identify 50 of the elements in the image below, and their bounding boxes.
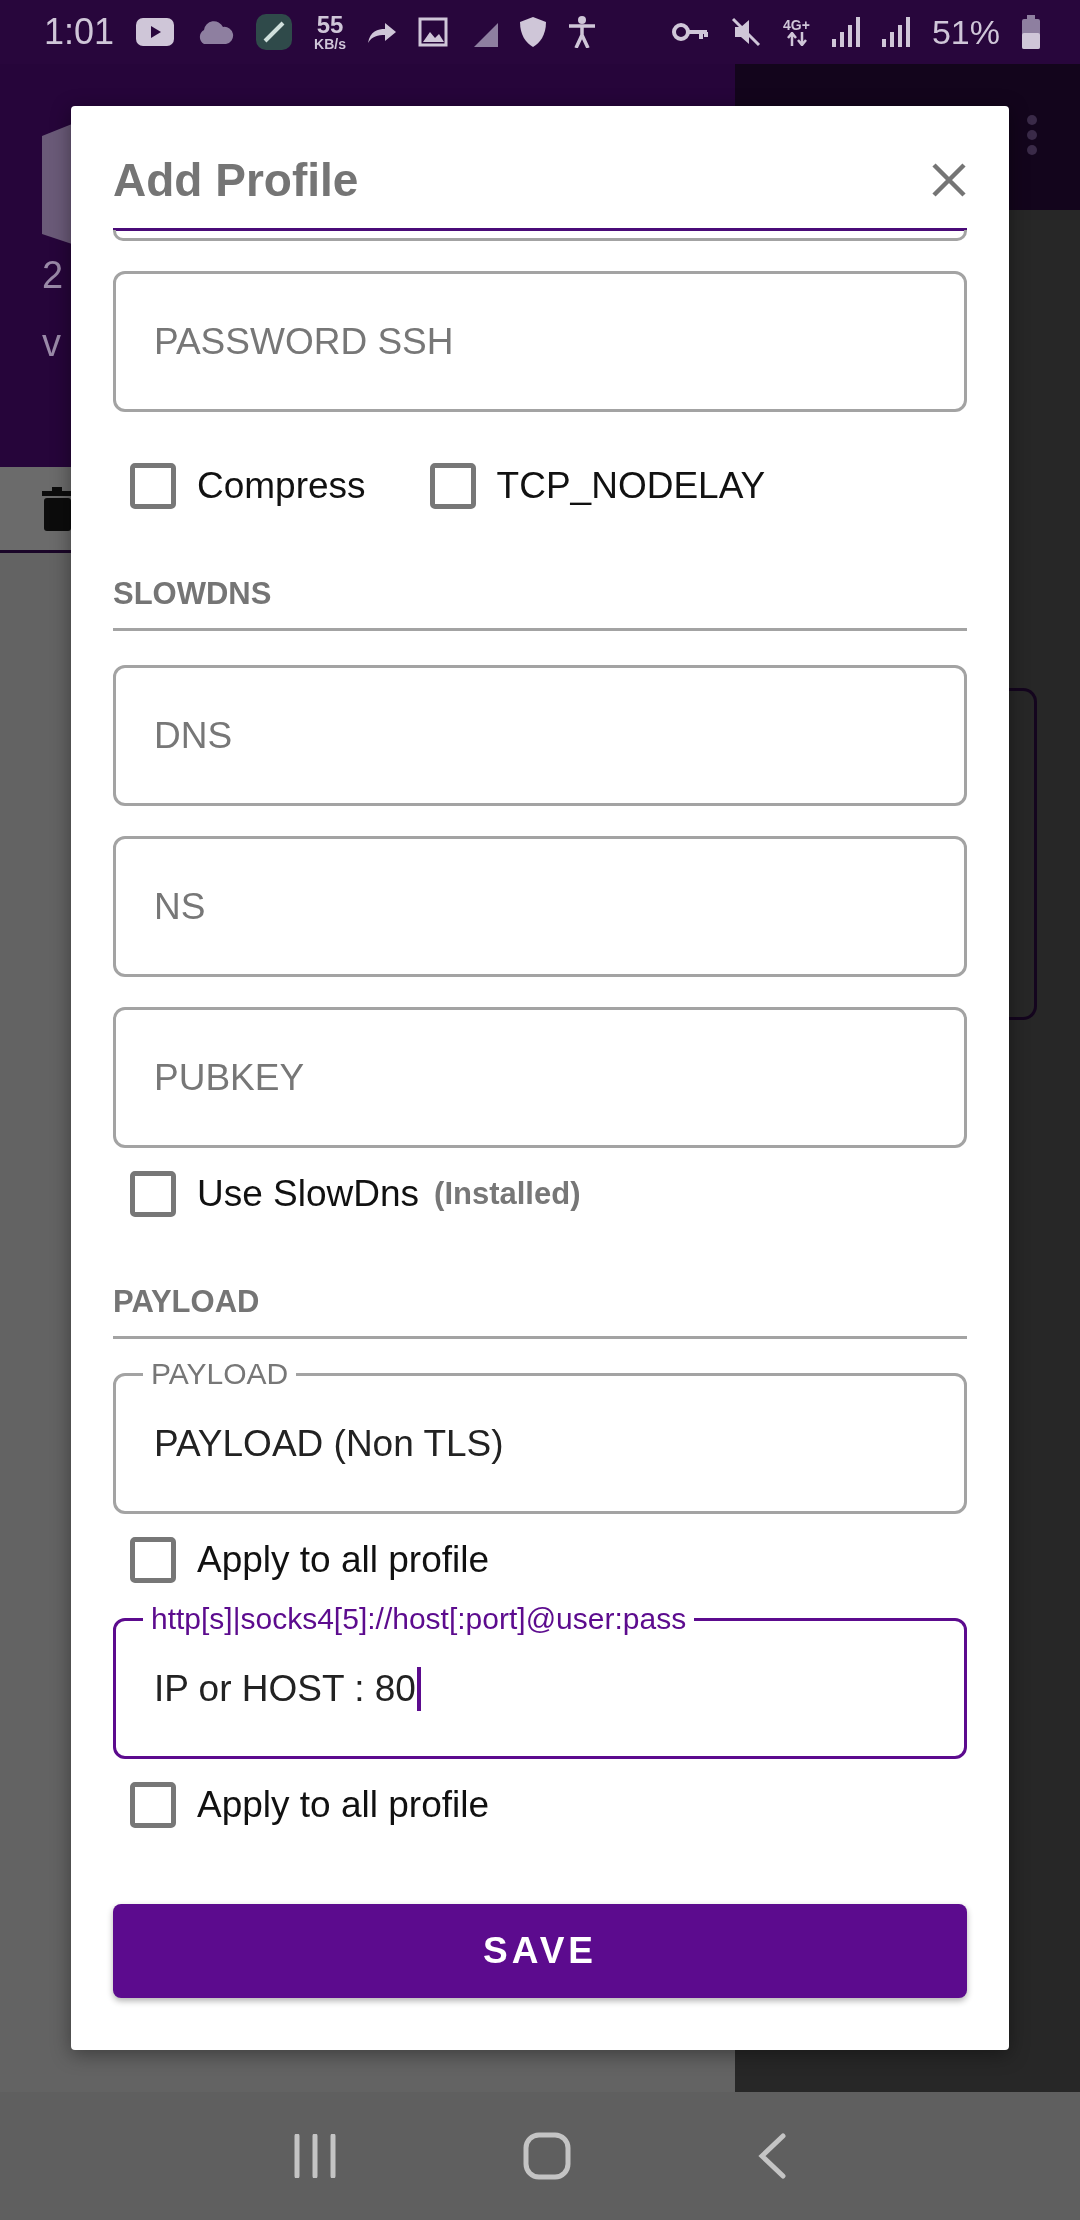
- trash-icon: [42, 487, 71, 531]
- network-speed: 55: [316, 13, 344, 37]
- battery-percent: 51%: [931, 12, 1000, 52]
- play-icon: [136, 18, 175, 46]
- checkbox[interactable]: [130, 1537, 176, 1583]
- version-text: v: [42, 324, 61, 362]
- data-arrows-icon: [785, 32, 808, 46]
- text-field[interactable]: DNS: [113, 665, 967, 806]
- field-placeholder: DNS: [154, 714, 233, 757]
- accessibility-icon: [568, 16, 596, 48]
- close-icon[interactable]: [931, 161, 967, 198]
- checkbox-label: Compress: [197, 465, 366, 507]
- text-field[interactable]: NS: [113, 836, 967, 977]
- checkbox[interactable]: [130, 463, 176, 509]
- field-value: PAYLOAD (Non TLS): [154, 1422, 504, 1465]
- home-icon[interactable]: [523, 2132, 571, 2180]
- key-icon: [671, 21, 710, 43]
- checkbox-label: Apply to all profile: [197, 1784, 490, 1826]
- field-placeholder: NS: [154, 885, 206, 928]
- signal-icon: [881, 17, 910, 47]
- signal-icon: [831, 17, 860, 47]
- field-placeholder: PASSWORD SSH: [154, 320, 454, 363]
- text-cursor: [416, 1666, 421, 1711]
- section-heading: SLOWDNS: [113, 576, 272, 611]
- checkbox[interactable]: [429, 463, 476, 509]
- shield-icon: [520, 17, 546, 47]
- text-field[interactable]: PUBKEY: [113, 1007, 967, 1148]
- speed-unit: KB/s: [314, 37, 346, 51]
- checkbox-label: Use SlowDns: [197, 1173, 420, 1215]
- checkbox[interactable]: [130, 1782, 176, 1828]
- checkbox[interactable]: [130, 1171, 176, 1217]
- battery-icon: [1022, 15, 1040, 49]
- section-heading: PAYLOAD: [113, 1284, 260, 1319]
- app-text: 2: [42, 256, 64, 294]
- share-arrow-icon: [368, 21, 396, 43]
- dialog-title: Add Profile: [113, 152, 359, 207]
- checkbox-label: Apply to all profile: [197, 1539, 490, 1581]
- image-icon: [418, 17, 448, 47]
- checkbox-label: TCP_NODELAY: [496, 465, 766, 507]
- mute-icon: [731, 17, 762, 47]
- status-note: (Installed): [434, 1176, 581, 1212]
- network-type: 4G+: [783, 18, 810, 32]
- field-value: IP or HOST : 80: [154, 1667, 416, 1710]
- save-button[interactable]: SAVE: [113, 1904, 967, 1998]
- clock-time: 1:01: [44, 11, 115, 53]
- back-icon[interactable]: [758, 2133, 787, 2179]
- app-icon: [256, 14, 293, 50]
- text-field[interactable]: PASSWORD SSH: [113, 271, 967, 412]
- field-placeholder: PUBKEY: [154, 1056, 305, 1099]
- recent-apps-icon[interactable]: [293, 2134, 336, 2178]
